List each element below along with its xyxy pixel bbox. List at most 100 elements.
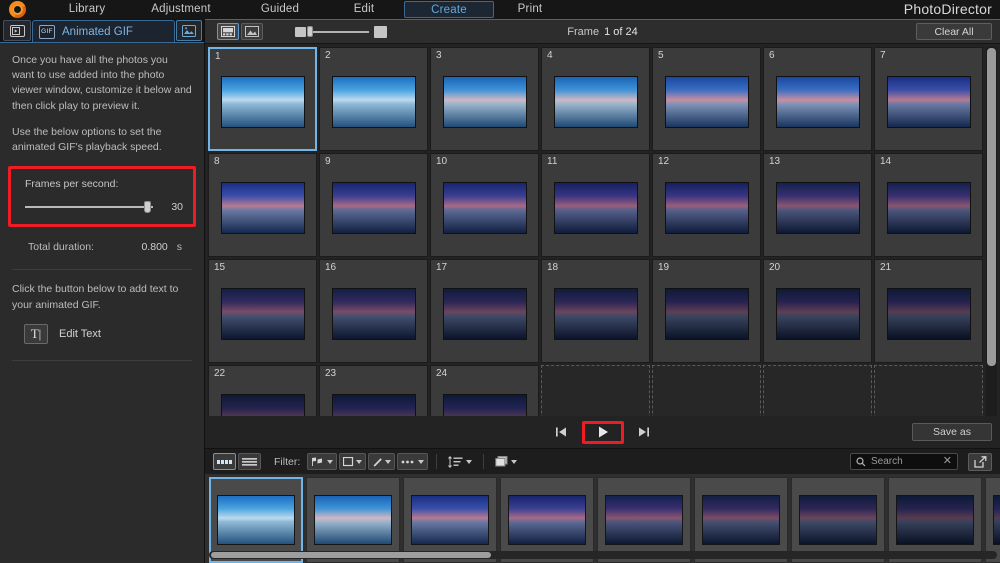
frame-number: 13 <box>769 156 781 167</box>
tab-animated-gif[interactable]: GIF Animated GIF <box>32 20 175 42</box>
frame-cell[interactable]: 20 <box>763 259 872 363</box>
play-button-highlight <box>581 420 624 444</box>
close-icon[interactable]: ✕ <box>943 456 952 467</box>
frame-cell[interactable]: 24 <box>430 365 539 416</box>
filter-button-group <box>307 453 429 470</box>
frame-number: 3 <box>436 50 442 61</box>
thumbnail-size-handle[interactable] <box>307 25 313 37</box>
frame-cell[interactable]: 3 <box>430 47 539 151</box>
edit-text-button[interactable]: Edit Text <box>59 328 101 340</box>
frame-thumbnail <box>886 182 971 234</box>
frame-counter-label: Frame <box>567 25 600 38</box>
fps-slider-handle[interactable] <box>144 201 152 214</box>
frame-cell-empty[interactable] <box>541 365 650 416</box>
frame-grid-scrollbar-thumb[interactable] <box>987 48 996 366</box>
frame-cell[interactable]: 11 <box>541 153 650 257</box>
frame-cell[interactable]: 13 <box>763 153 872 257</box>
panel-divider-1 <box>12 269 192 271</box>
save-as-button[interactable]: Save as <box>912 423 992 441</box>
frame-number: 10 <box>436 156 448 167</box>
clear-all-button[interactable]: Clear All <box>916 23 992 40</box>
filmstrip-scrollbar[interactable] <box>209 551 997 559</box>
frame-number: 11 <box>547 156 558 167</box>
color-label-icon[interactable] <box>368 453 396 470</box>
menu-item-guided[interactable]: Guided <box>236 1 324 18</box>
frame-thumbnail <box>442 288 527 340</box>
frame-cell[interactable]: 21 <box>874 259 983 363</box>
frame-thumbnail <box>775 76 860 128</box>
main-content-area: Frame 1 of 24 Clear All 1 2 3 4 5 6 7 8 9 10 11 12 13… <box>205 19 1000 563</box>
playback-bar: Save as <box>205 416 1000 448</box>
skip-next-icon[interactable] <box>634 423 654 441</box>
frame-cell[interactable]: 22 <box>208 365 317 416</box>
search-box[interactable]: Search ✕ <box>850 453 958 470</box>
single-view-icon[interactable] <box>241 23 263 40</box>
frame-thumbnail <box>220 182 305 234</box>
frame-thumbnail <box>442 76 527 128</box>
thumbnail-size-track[interactable] <box>307 25 369 37</box>
filmstrip-thumbnail <box>896 495 974 545</box>
frame-thumbnail <box>886 76 971 128</box>
frame-number: 19 <box>658 262 670 273</box>
frame-cell-empty[interactable] <box>763 365 872 416</box>
frame-cell[interactable]: 10 <box>430 153 539 257</box>
frame-cell-empty[interactable] <box>874 365 983 416</box>
frame-number: 17 <box>436 262 448 273</box>
cyberlink-logo-icon <box>0 0 34 19</box>
frame-counter-value: 1 of 24 <box>604 25 638 38</box>
frame-cell[interactable]: 16 <box>319 259 428 363</box>
frame-cell[interactable]: 9 <box>319 153 428 257</box>
open-external-icon[interactable] <box>968 452 992 471</box>
frame-thumbnail <box>664 182 749 234</box>
frame-cell[interactable]: 14 <box>874 153 983 257</box>
menu-item-adjustment[interactable]: Adjustment <box>126 1 236 18</box>
menu-item-print[interactable]: Print <box>494 1 566 18</box>
frame-cell[interactable]: 6 <box>763 47 872 151</box>
frame-number: 4 <box>547 50 553 61</box>
skip-previous-icon[interactable] <box>552 423 572 441</box>
image-export-icon[interactable] <box>176 20 202 41</box>
frame-cell[interactable]: 8 <box>208 153 317 257</box>
menu-item-create[interactable]: Create <box>404 1 494 18</box>
rating-filter-icon[interactable] <box>339 453 367 470</box>
library-filmstrip[interactable] <box>205 474 1000 563</box>
fps-slider[interactable] <box>25 201 153 214</box>
toolbar-divider-2 <box>483 454 485 469</box>
frame-cell[interactable]: 18 <box>541 259 650 363</box>
frame-cell[interactable]: 15 <box>208 259 317 363</box>
fps-slider-row: 30 <box>25 201 183 214</box>
frame-cell[interactable]: 19 <box>652 259 761 363</box>
frame-cell[interactable]: 12 <box>652 153 761 257</box>
search-input[interactable]: Search <box>871 456 938 467</box>
edit-text-help: Click the button below to add text to yo… <box>12 283 179 311</box>
tab-animated-gif-label: Animated GIF <box>62 25 133 38</box>
frame-grid-scrollbar[interactable] <box>986 47 997 416</box>
thumbnail-list-icon[interactable] <box>213 453 236 470</box>
menu-item-library[interactable]: Library <box>48 1 126 18</box>
frame-cell[interactable]: 7 <box>874 47 983 151</box>
thumbnail-size-slider[interactable] <box>295 25 387 38</box>
menu-item-edit[interactable]: Edit <box>324 1 404 18</box>
detail-list-icon[interactable] <box>238 453 261 470</box>
frame-cell[interactable]: 23 <box>319 365 428 416</box>
frame-number: 23 <box>325 368 337 379</box>
grid-view-icon[interactable] <box>217 23 239 40</box>
frame-thumbnail <box>331 288 416 340</box>
more-filter-icon[interactable] <box>397 453 429 470</box>
filmstrip-thumbnail <box>411 495 489 545</box>
slideshow-icon[interactable] <box>3 20 31 41</box>
frame-thumbnail <box>331 76 416 128</box>
text-tool-icon[interactable]: T| <box>24 323 48 344</box>
sort-order-icon[interactable] <box>445 453 475 470</box>
frame-cell-empty[interactable] <box>652 365 761 416</box>
flag-filter-icon[interactable] <box>307 453 338 470</box>
filmstrip-scrollbar-thumb[interactable] <box>211 552 491 558</box>
frame-cell[interactable]: 2 <box>319 47 428 151</box>
frame-cell[interactable]: 1 <box>208 47 317 151</box>
stack-icon[interactable] <box>492 453 520 470</box>
frame-cell[interactable]: 17 <box>430 259 539 363</box>
module-tabs: Library Adjustment Guided Edit Create Print <box>48 0 566 19</box>
frame-cell[interactable]: 4 <box>541 47 650 151</box>
play-icon[interactable] <box>593 423 613 441</box>
frame-cell[interactable]: 5 <box>652 47 761 151</box>
